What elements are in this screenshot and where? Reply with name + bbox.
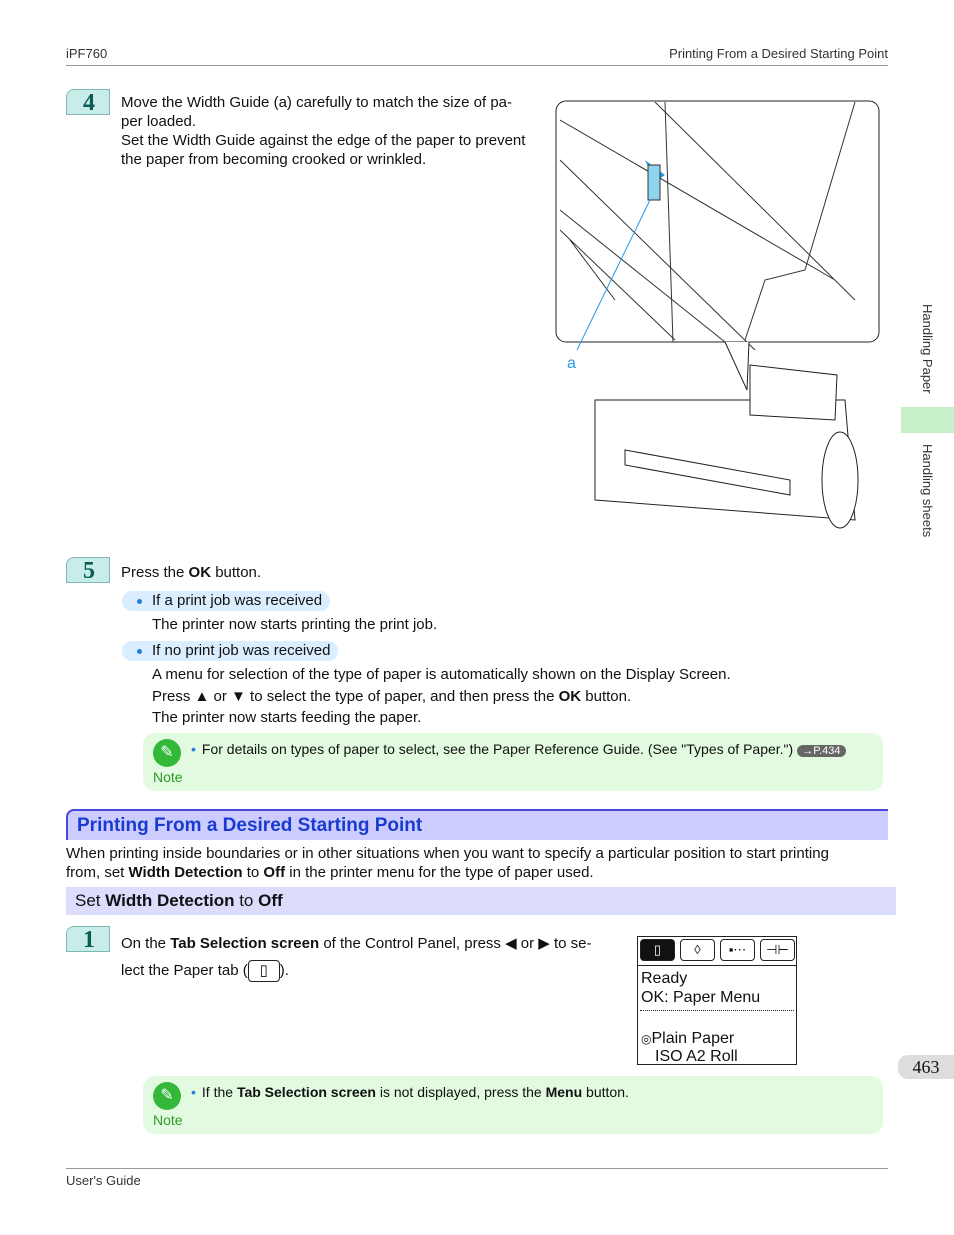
lcd-status: Ready: [641, 970, 688, 987]
note-label: Note: [153, 769, 183, 785]
subsection-heading: Set Width Detection to Off: [66, 887, 896, 915]
line: A menu for selection of the type of pape…: [152, 666, 731, 683]
t: Set: [75, 891, 106, 910]
case-print-job-received: If a print job was received: [122, 591, 331, 611]
t: in the printer menu for the type of pape…: [285, 864, 594, 881]
line: The printer now starts feeding the paper…: [152, 709, 422, 726]
b: OK: [558, 688, 582, 705]
footer-title: User's Guide: [66, 1173, 141, 1188]
line: Press ▲ or ▼ to select the type of paper…: [152, 687, 731, 706]
t: Plain Paper: [651, 1030, 735, 1047]
header-rule: [66, 65, 888, 66]
t: from, set: [66, 864, 129, 881]
divider: [638, 965, 796, 966]
callout-a: a: [567, 355, 576, 372]
note-pencil-icon: ✎: [153, 1082, 181, 1110]
line: On the Tab Selection screen of the Contr…: [121, 930, 592, 957]
b: Tab Selection screen: [236, 1084, 376, 1100]
section-title: Printing From a Desired Starting Point: [77, 815, 423, 836]
b: Menu: [545, 1084, 583, 1100]
manual-page: iPF760 Printing From a Desired Starting …: [0, 0, 954, 1235]
ink-tab-icon[interactable]: ◊: [680, 939, 715, 961]
t: lect the Paper tab (: [121, 962, 248, 979]
line: Set the Width Guide against the edge of …: [121, 132, 526, 149]
t: button.: [211, 564, 262, 581]
roll-icon: ◎: [641, 1032, 652, 1046]
footer-rule: [66, 1168, 888, 1169]
control-panel-display: ▯ ◊ ▪⋯ ⊣⊢ Ready OK: Paper Menu ◎Plain Pa…: [637, 936, 797, 1065]
header-product: iPF760: [66, 46, 108, 61]
header-section: Printing From a Desired Starting Point: [669, 46, 888, 61]
t: button.: [581, 688, 632, 705]
case-no-print-job: If no print job was received: [122, 641, 339, 661]
lcd-paper-size: ISO A2 Roll: [655, 1048, 738, 1065]
lcd-menu-hint: OK: Paper Menu: [641, 989, 761, 1006]
step-5-number: 5: [66, 557, 110, 584]
t: of the Control Panel, press ◀ or ▶ to se…: [319, 935, 592, 952]
note-box: ✎ Note For details on types of paper to …: [143, 733, 883, 791]
job-tab-icon[interactable]: ▪⋯: [720, 939, 755, 961]
b: Width Detection: [105, 891, 235, 910]
step-4-number: 4: [66, 89, 110, 116]
note-box: ✎ Note If the Tab Selection screen is no…: [143, 1076, 883, 1134]
b: Width Detection: [128, 864, 243, 881]
lcd-paper-type: ◎Plain Paper: [641, 1030, 734, 1048]
step-1-text: On the Tab Selection screen of the Contr…: [121, 930, 592, 984]
t: to: [234, 891, 259, 910]
b: Off: [263, 864, 286, 881]
side-tab-marker: [901, 407, 954, 433]
note-text: For details on types of paper to select,…: [191, 741, 846, 757]
line: from, set Width Detection to Off in the …: [66, 863, 829, 882]
line: Move the Width Guide (a) carefully to ma…: [121, 94, 513, 111]
paper-tab-icon[interactable]: ▯: [640, 939, 675, 961]
b: Tab Selection screen: [170, 935, 320, 952]
case-1-text: The printer now starts printing the prin…: [152, 616, 438, 633]
line: When printing inside boundaries or in ot…: [66, 845, 829, 862]
printer-width-guide-illustration: a: [555, 100, 880, 529]
t: On the: [121, 935, 171, 952]
step-1-number: 1: [66, 926, 110, 953]
page-number: 463: [898, 1055, 954, 1079]
t: If the: [201, 1084, 237, 1100]
note-text: If the Tab Selection screen is not displ…: [191, 1084, 629, 1100]
case-2-text: A menu for selection of the type of pape…: [152, 665, 731, 727]
t: ).: [279, 962, 289, 979]
settings-tab-icon[interactable]: ⊣⊢: [760, 939, 795, 961]
t: button.: [582, 1084, 629, 1100]
divider: [640, 1010, 794, 1011]
t: Press the: [121, 564, 189, 581]
b: Off: [258, 891, 283, 910]
side-tab-handling-paper[interactable]: Handling Paper: [920, 304, 935, 394]
section-heading: Printing From a Desired Starting Point: [66, 809, 888, 840]
paper-tab-icon: ▯: [247, 960, 280, 983]
section-intro: When printing inside boundaries or in ot…: [66, 844, 829, 882]
step-5-text: Press the OK button.: [121, 563, 261, 582]
t: is not displayed, press the: [375, 1084, 546, 1100]
step-4-text: Move the Width Guide (a) carefully to ma…: [121, 93, 525, 169]
page-reference-link[interactable]: →P.434: [797, 745, 846, 757]
t: to: [242, 864, 264, 881]
note-pencil-icon: ✎: [153, 739, 181, 767]
ok-label: OK: [188, 564, 212, 581]
note-label: Note: [153, 1112, 183, 1128]
line: the paper from becoming crooked or wrink…: [121, 151, 427, 168]
t: For details on types of paper to select,…: [201, 741, 794, 757]
line: lect the Paper tab (▯).: [121, 957, 592, 984]
t: Press ▲ or ▼ to select the type of paper…: [152, 688, 559, 705]
line: per loaded.: [121, 113, 197, 130]
side-tab-handling-sheets[interactable]: Handling sheets: [920, 444, 935, 537]
